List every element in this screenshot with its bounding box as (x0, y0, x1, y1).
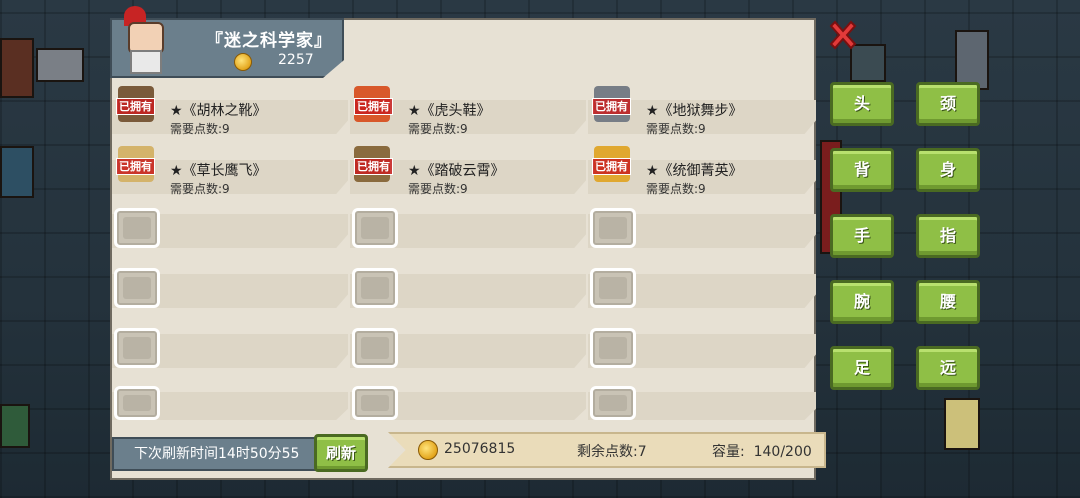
item-name: ★《草长鹰飞》 (170, 163, 267, 179)
item-cost: 需要点数:9 (170, 182, 230, 196)
item-name: ★《胡林之靴》 (170, 103, 267, 119)
item-cost: 需要点数:9 (408, 182, 468, 196)
merchant-title: 『迷之科学家』 (206, 31, 332, 51)
empty-slot-frame (590, 268, 636, 308)
category-waist-button[interactable]: 腰 (916, 280, 980, 324)
empty-slot-frame (352, 328, 398, 368)
category-ranged-button[interactable]: 远 (916, 346, 980, 390)
refresh-button[interactable]: 刷新 (314, 434, 368, 472)
empty-slot-frame (114, 386, 160, 420)
category-head-button[interactable]: 头 (830, 82, 894, 126)
empty-slot-frame (114, 208, 160, 248)
empty-slot-frame (590, 328, 636, 368)
capacity: 容量: 140/200 (712, 444, 812, 460)
owned-badge: 已拥有 (354, 98, 393, 115)
coin-icon (418, 440, 438, 460)
empty-slot-frame (352, 268, 398, 308)
close-icon[interactable] (826, 18, 860, 52)
category-wrist-button[interactable]: 腕 (830, 280, 894, 324)
merchant-coins: 2257 (278, 52, 314, 68)
owned-badge: 已拥有 (592, 98, 631, 115)
merchant-avatar (116, 6, 172, 74)
empty-slot-frame (590, 208, 636, 248)
item-cost: 需要点数:9 (646, 182, 706, 196)
empty-slot-frame (352, 208, 398, 248)
background-furniture (0, 146, 34, 198)
item-name: ★《踏破云霄》 (408, 163, 505, 179)
remaining-points: 剩余点数:7 (577, 444, 647, 460)
category-hand-button[interactable]: 手 (830, 214, 894, 258)
owned-badge: 已拥有 (116, 158, 155, 175)
background-furniture (0, 404, 30, 448)
empty-slot-frame (114, 328, 160, 368)
item-cost: 需要点数:9 (646, 122, 706, 136)
empty-slot-frame (114, 268, 160, 308)
coat-icon (130, 50, 162, 74)
coin-icon (234, 53, 252, 71)
category-back-button[interactable]: 背 (830, 148, 894, 192)
category-neck-button[interactable]: 颈 (916, 82, 980, 126)
background-furniture (955, 30, 989, 90)
category-body-button[interactable]: 身 (916, 148, 980, 192)
category-finger-button[interactable]: 指 (916, 214, 980, 258)
item-cost: 需要点数:9 (170, 122, 230, 136)
item-name: ★《虎头鞋》 (408, 103, 491, 119)
owned-badge: 已拥有 (592, 158, 631, 175)
background-furniture (944, 398, 980, 450)
owned-badge: 已拥有 (116, 98, 155, 115)
total-coins: 25076815 (444, 441, 516, 457)
category-foot-button[interactable]: 足 (830, 346, 894, 390)
item-name: ★《统御菁英》 (646, 163, 743, 179)
empty-slot-frame (590, 386, 636, 420)
item-cost: 需要点数:9 (408, 122, 468, 136)
item-name: ★《地狱舞步》 (646, 103, 743, 119)
background-furniture (0, 38, 34, 98)
owned-badge: 已拥有 (354, 158, 393, 175)
background-furniture (36, 48, 84, 82)
refresh-timer: 下次刷新时间14时50分55 (112, 437, 328, 471)
empty-slot-frame (352, 386, 398, 420)
